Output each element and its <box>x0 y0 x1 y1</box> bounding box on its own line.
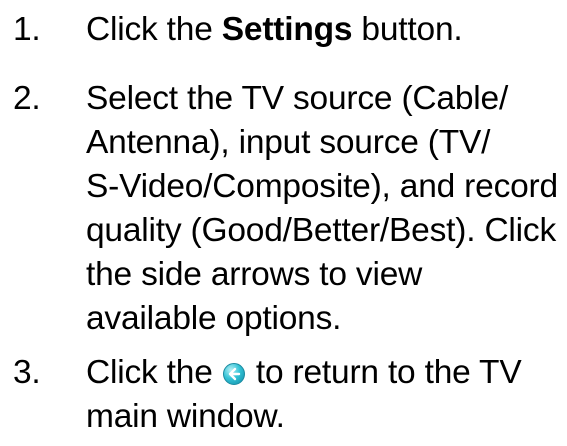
back-arrow-glyph <box>228 367 240 381</box>
step-number: 1. <box>13 11 41 48</box>
step-number: 3. <box>13 354 41 391</box>
step-text-before: Click the <box>86 11 222 48</box>
step-number: 2. <box>13 80 41 117</box>
step-text-line: quality (Good/Better/Best). Click <box>86 212 557 249</box>
step-text: Click the Settings button. <box>86 8 566 52</box>
step-text-line: main window. <box>86 398 285 435</box>
step-text-line: available options. <box>86 300 342 337</box>
back-arrow-icon <box>222 363 245 385</box>
step-text-line: S-Video/Composite), and record <box>86 168 558 205</box>
step-1: 1. Click the Settings button. <box>0 8 567 52</box>
step-3: 3. Click the to return to the TV main wi… <box>0 351 567 439</box>
settings-label: Settings <box>221 11 353 48</box>
step-text-line: Select the TV source (Cable/ <box>86 80 509 117</box>
step-text-line: the side arrows to view <box>86 256 423 293</box>
step-text: Select the TV source (Cable/ Antenna), i… <box>86 77 566 341</box>
step-text-after: button. <box>352 11 463 48</box>
step-text-after: to return to the TV <box>246 354 522 391</box>
step-2: 2. Select the TV source (Cable/ Antenna)… <box>0 77 567 341</box>
step-text-line: Antenna), input source (TV/ <box>86 124 491 161</box>
step-text-line: Click the to return to the TV <box>86 351 566 395</box>
step-text: Click the to return to the TV main windo… <box>86 351 566 439</box>
step-text-before: Click the <box>86 354 222 391</box>
